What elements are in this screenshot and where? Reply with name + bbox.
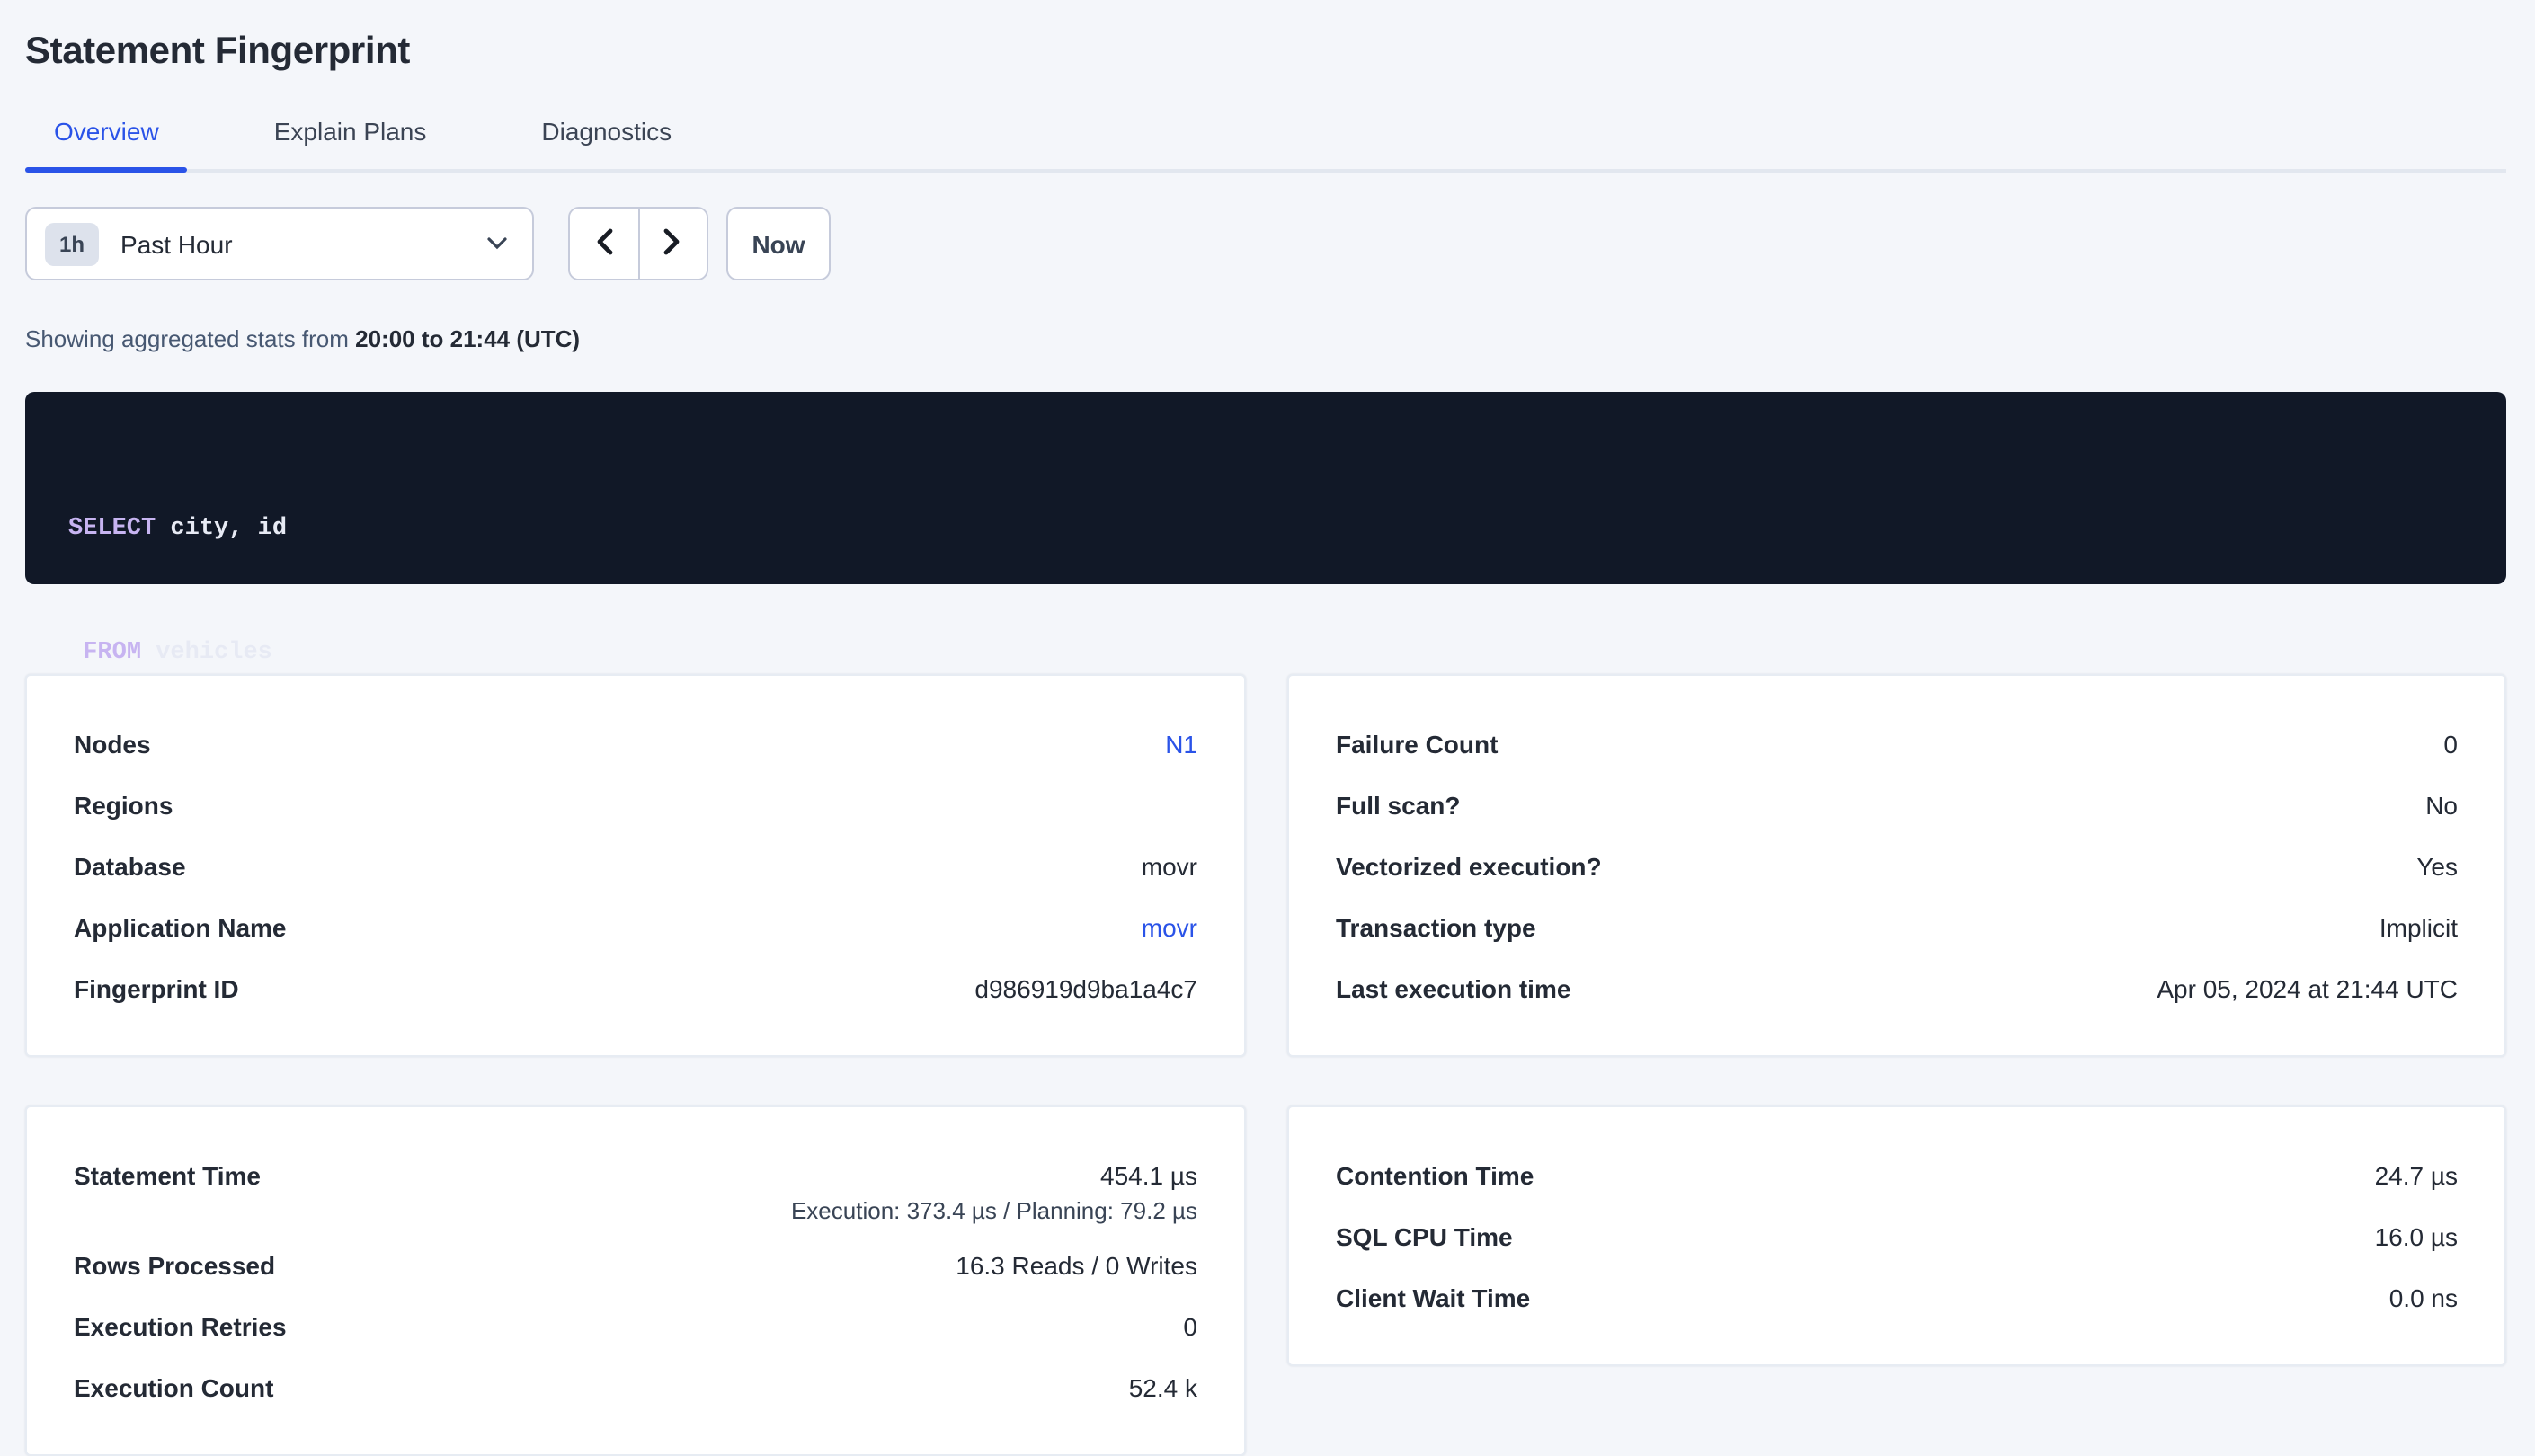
sql-code: city, id [156,516,287,543]
tab-bar: Overview Explain Plans Diagnostics [25,117,2506,173]
last-execution-time-value: Apr 05, 2024 at 21:44 UTC [2157,971,2458,1007]
vectorized-execution-label: Vectorized execution? [1336,848,1602,884]
node-link[interactable]: N1 [1165,726,1197,762]
table-row: Application Name movr [74,910,1197,946]
failure-count-label: Failure Count [1336,726,1498,762]
previous-interval-button[interactable] [570,209,637,279]
sql-code: vehicles [141,640,272,667]
full-scan-value: No [2425,787,2458,823]
table-row: Full scan? No [1336,787,2458,823]
application-name-label: Application Name [74,910,287,946]
next-interval-button[interactable] [637,209,707,279]
summary-cards: Nodes N1 Regions Database movr Applicati… [25,674,2506,1456]
tab-diagnostics[interactable]: Diagnostics [512,117,700,169]
sql-keyword: FROM [83,640,141,667]
client-wait-time-label: Client Wait Time [1336,1280,1530,1316]
chevron-right-icon [664,227,682,260]
full-scan-label: Full scan? [1336,787,1460,823]
time-range-label: Past Hour [120,229,233,258]
execution-attributes-card: Failure Count 0 Full scan? No Vectorized… [1287,674,2506,1057]
chevron-left-icon [595,227,613,260]
rows-processed-value: 16.3 Reads / 0 Writes [956,1247,1197,1283]
transaction-type-label: Transaction type [1336,910,1536,946]
client-wait-time-value: 0.0 ns [2389,1280,2458,1316]
fingerprint-id-label: Fingerprint ID [74,971,239,1007]
database-label: Database [74,848,186,884]
time-picker-row: 1h Past Hour Now [25,207,2506,280]
table-row: Regions [74,787,1197,823]
aggregated-stats-caption: Showing aggregated stats from 20:00 to 2… [25,325,2506,354]
fingerprint-id-value: d986919d9ba1a4c7 [974,971,1197,1007]
statement-timing-card: Statement Time 454.1 µs Execution: 373.4… [25,1105,1246,1456]
database-value: movr [1142,848,1197,884]
table-row: Execution Count 52.4 k [74,1370,1197,1406]
statement-fingerprint-page: Statement Fingerprint Overview Explain P… [0,0,2535,1447]
regions-label: Regions [74,787,173,823]
table-row: Rows Processed 16.3 Reads / 0 Writes [74,1247,1197,1283]
application-name-link[interactable]: movr [1142,910,1197,946]
nodes-label: Nodes [74,726,151,762]
contention-time-value: 24.7 µs [2375,1158,2458,1194]
table-row: Fingerprint ID d986919d9ba1a4c7 [74,971,1197,1007]
sql-keyword: SELECT [68,516,156,543]
execution-count-label: Execution Count [74,1370,273,1406]
table-row: Client Wait Time 0.0 ns [1336,1280,2458,1316]
last-execution-time-label: Last execution time [1336,971,1570,1007]
time-pager [568,207,708,280]
table-row: Vectorized execution? Yes [1336,848,2458,884]
table-row: Contention Time 24.7 µs [1336,1158,2458,1194]
time-range-select[interactable]: 1h Past Hour [25,207,534,280]
tab-explain-plans[interactable]: Explain Plans [245,117,456,169]
tab-overview[interactable]: Overview [25,117,188,169]
transaction-type-value: Implicit [2379,910,2458,946]
wait-times-card: Contention Time 24.7 µs SQL CPU Time 16.… [1287,1105,2506,1366]
caption-time-range: 20:00 to 21:44 (UTC) [355,325,580,352]
table-row: Nodes N1 [74,726,1197,762]
page-title: Statement Fingerprint [25,0,2506,75]
execution-retries-value: 0 [1183,1309,1197,1345]
table-row: Statement Time 454.1 µs Execution: 373.4… [74,1158,1197,1228]
sql-line: FROM vehicles [68,633,2463,674]
vectorized-execution-value: Yes [2416,848,2458,884]
chevron-down-icon [487,237,507,250]
interval-badge: 1h [45,222,99,265]
sql-line: SELECT city, id [68,509,2463,550]
statement-details-card: Nodes N1 Regions Database movr Applicati… [25,674,1246,1057]
sql-cpu-time-label: SQL CPU Time [1336,1219,1513,1255]
statement-time-value: 454.1 µs [791,1158,1197,1194]
table-row: Transaction type Implicit [1336,910,2458,946]
rows-processed-label: Rows Processed [74,1247,275,1283]
execution-retries-label: Execution Retries [74,1309,287,1345]
execution-count-value: 52.4 k [1129,1370,1197,1406]
sql-statement-box: SELECT city, id FROM vehicles WHERE city… [25,392,2506,584]
statement-time-label: Statement Time [74,1158,261,1194]
table-row: Last execution time Apr 05, 2024 at 21:4… [1336,971,2458,1007]
sql-cpu-time-value: 16.0 µs [2375,1219,2458,1255]
failure-count-value: 0 [2443,726,2458,762]
table-row: Execution Retries 0 [74,1309,1197,1345]
table-row: Database movr [74,848,1197,884]
now-button[interactable]: Now [726,207,831,280]
statement-time-breakdown: Execution: 373.4 µs / Planning: 79.2 µs [791,1194,1197,1228]
contention-time-label: Contention Time [1336,1158,1534,1194]
table-row: Failure Count 0 [1336,726,2458,762]
caption-prefix: Showing aggregated stats from [25,325,355,352]
table-row: SQL CPU Time 16.0 µs [1336,1219,2458,1255]
